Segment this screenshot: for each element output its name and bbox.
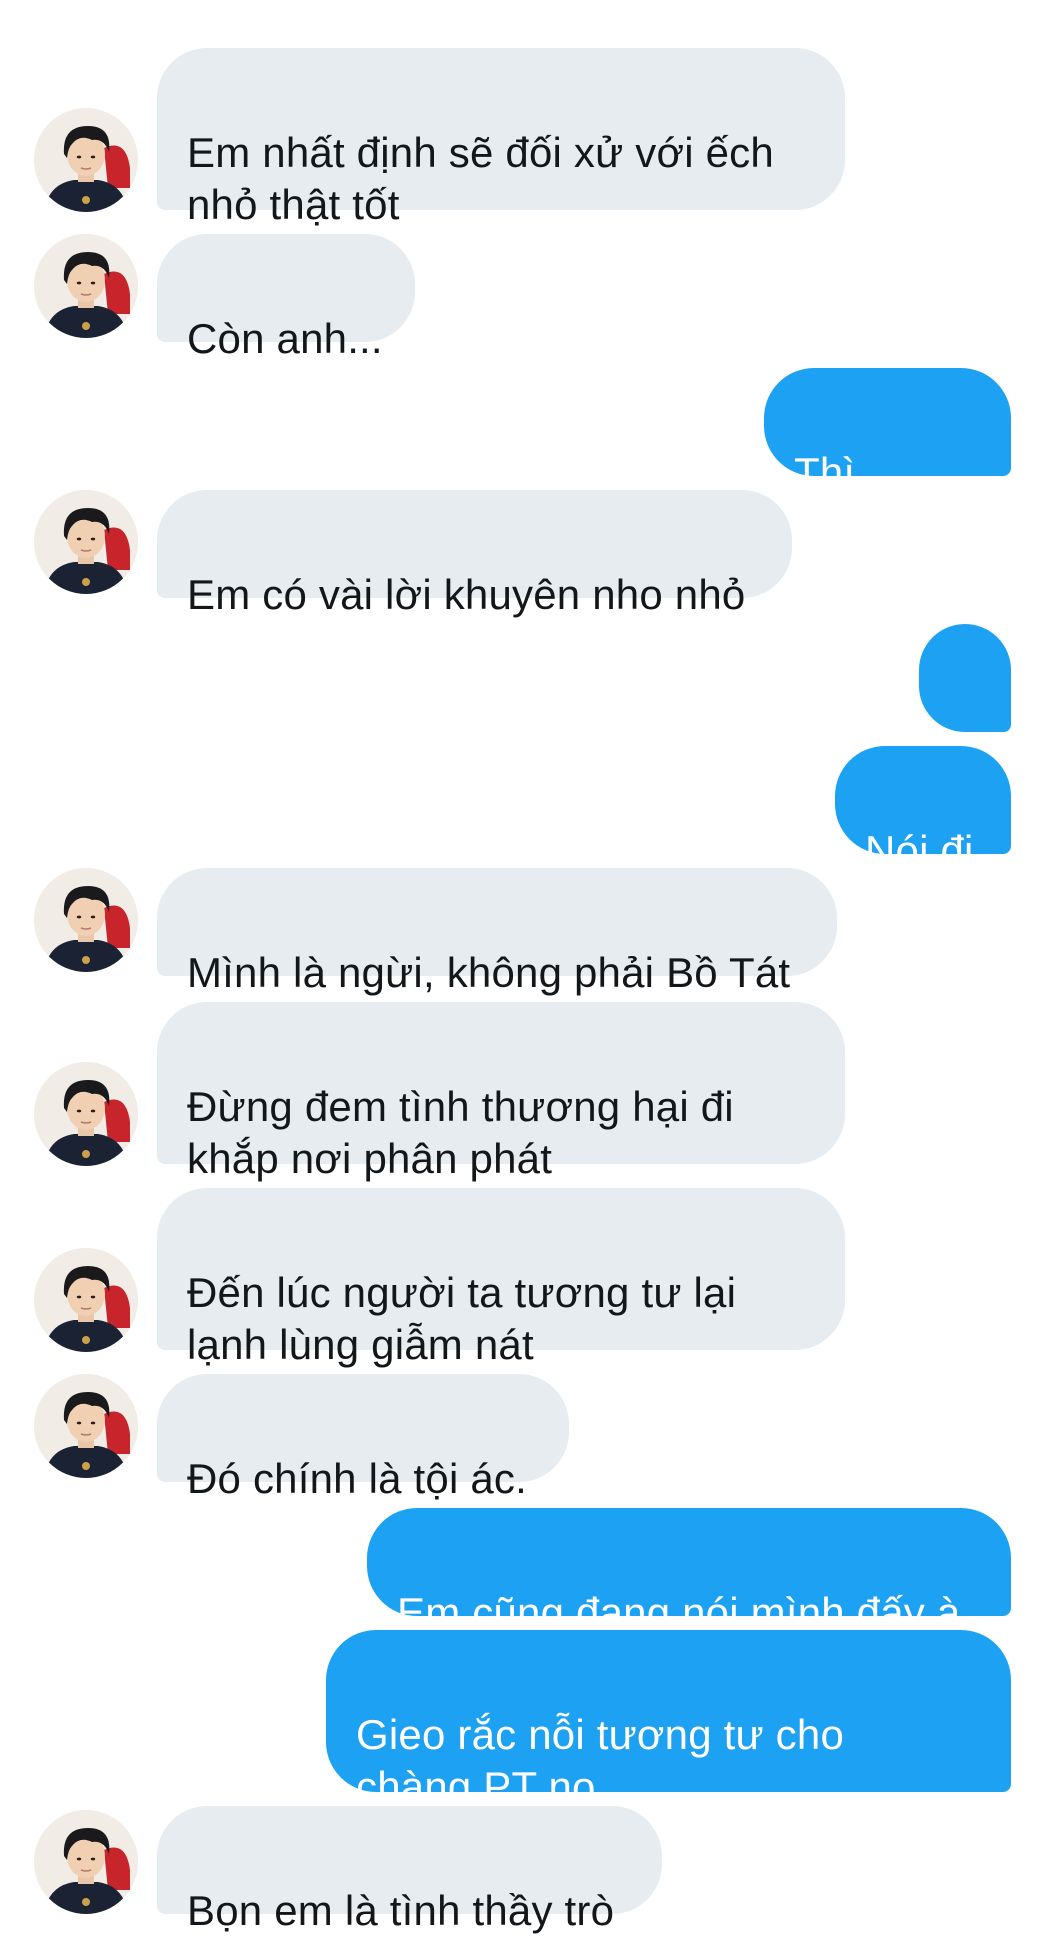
contact-avatar[interactable] [34, 108, 138, 212]
message-text: Đừng đem tình thương hại đi khắp nơi phâ… [187, 1083, 734, 1182]
message-text: Em cũng đang nói mình đấy à [397, 1589, 961, 1636]
message-bubble-incoming[interactable]: Bọn em là tình thầy trò [157, 1806, 662, 1934]
message-bubble-outgoing[interactable]: Gieo rắc nỗi tương tư cho chàng PT nọ [326, 1630, 1011, 1810]
contact-avatar[interactable] [34, 1374, 138, 1478]
message-text: Bọn em là tình thầy trò [187, 1887, 615, 1934]
message-text: Gieo rắc nỗi tương tư cho chàng PT nọ [356, 1711, 844, 1810]
contact-avatar[interactable] [34, 490, 138, 594]
contact-avatar[interactable] [34, 1810, 138, 1914]
message-text: Còn anh... [187, 315, 383, 362]
message-text: ... [947, 705, 983, 752]
contact-avatar[interactable] [34, 868, 138, 972]
message-text: Mình là ngừi, không phải Bồ Tát [187, 949, 791, 996]
message-bubble-incoming[interactable]: Em có vài lời khuyên nho nhỏ [157, 490, 792, 618]
contact-avatar[interactable] [34, 234, 138, 338]
message-text: Em nhất định sẽ đối xử với ếch nhỏ thật … [187, 129, 774, 228]
message-bubble-incoming[interactable]: Mình là ngừi, không phải Bồ Tát [157, 868, 837, 996]
message-text: Em có vài lời khuyên nho nhỏ [187, 571, 746, 618]
message-bubble-incoming[interactable]: Đừng đem tình thương hại đi khắp nơi phâ… [157, 1002, 845, 1182]
message-text: Đến lúc người ta tương tư lại lạnh lùng … [187, 1269, 737, 1368]
message-text: Thì sao?? [794, 449, 910, 548]
message-bubble-incoming[interactable]: Đó chính là tội ác. [157, 1374, 569, 1502]
message-bubble-incoming[interactable]: Còn anh... [157, 234, 415, 362]
chat-thread: Em nhất định sẽ đối xử với ếch nhỏ thật … [0, 0, 1047, 1934]
message-bubble-outgoing[interactable]: Nói đi [835, 746, 1011, 874]
contact-avatar[interactable] [34, 1248, 138, 1352]
message-text: Nói đi [865, 827, 974, 874]
message-bubble-outgoing[interactable]: Em cũng đang nói mình đấy à [367, 1508, 1011, 1636]
message-bubble-incoming[interactable]: Đến lúc người ta tương tư lại lạnh lùng … [157, 1188, 845, 1368]
message-bubble-incoming[interactable]: Em nhất định sẽ đối xử với ếch nhỏ thật … [157, 48, 845, 228]
contact-avatar[interactable] [34, 1062, 138, 1166]
message-bubble-outgoing[interactable]: ... [919, 624, 1011, 752]
message-text: Đó chính là tội ác. [187, 1455, 527, 1502]
message-bubble-outgoing[interactable]: Thì sao?? [764, 368, 1011, 548]
